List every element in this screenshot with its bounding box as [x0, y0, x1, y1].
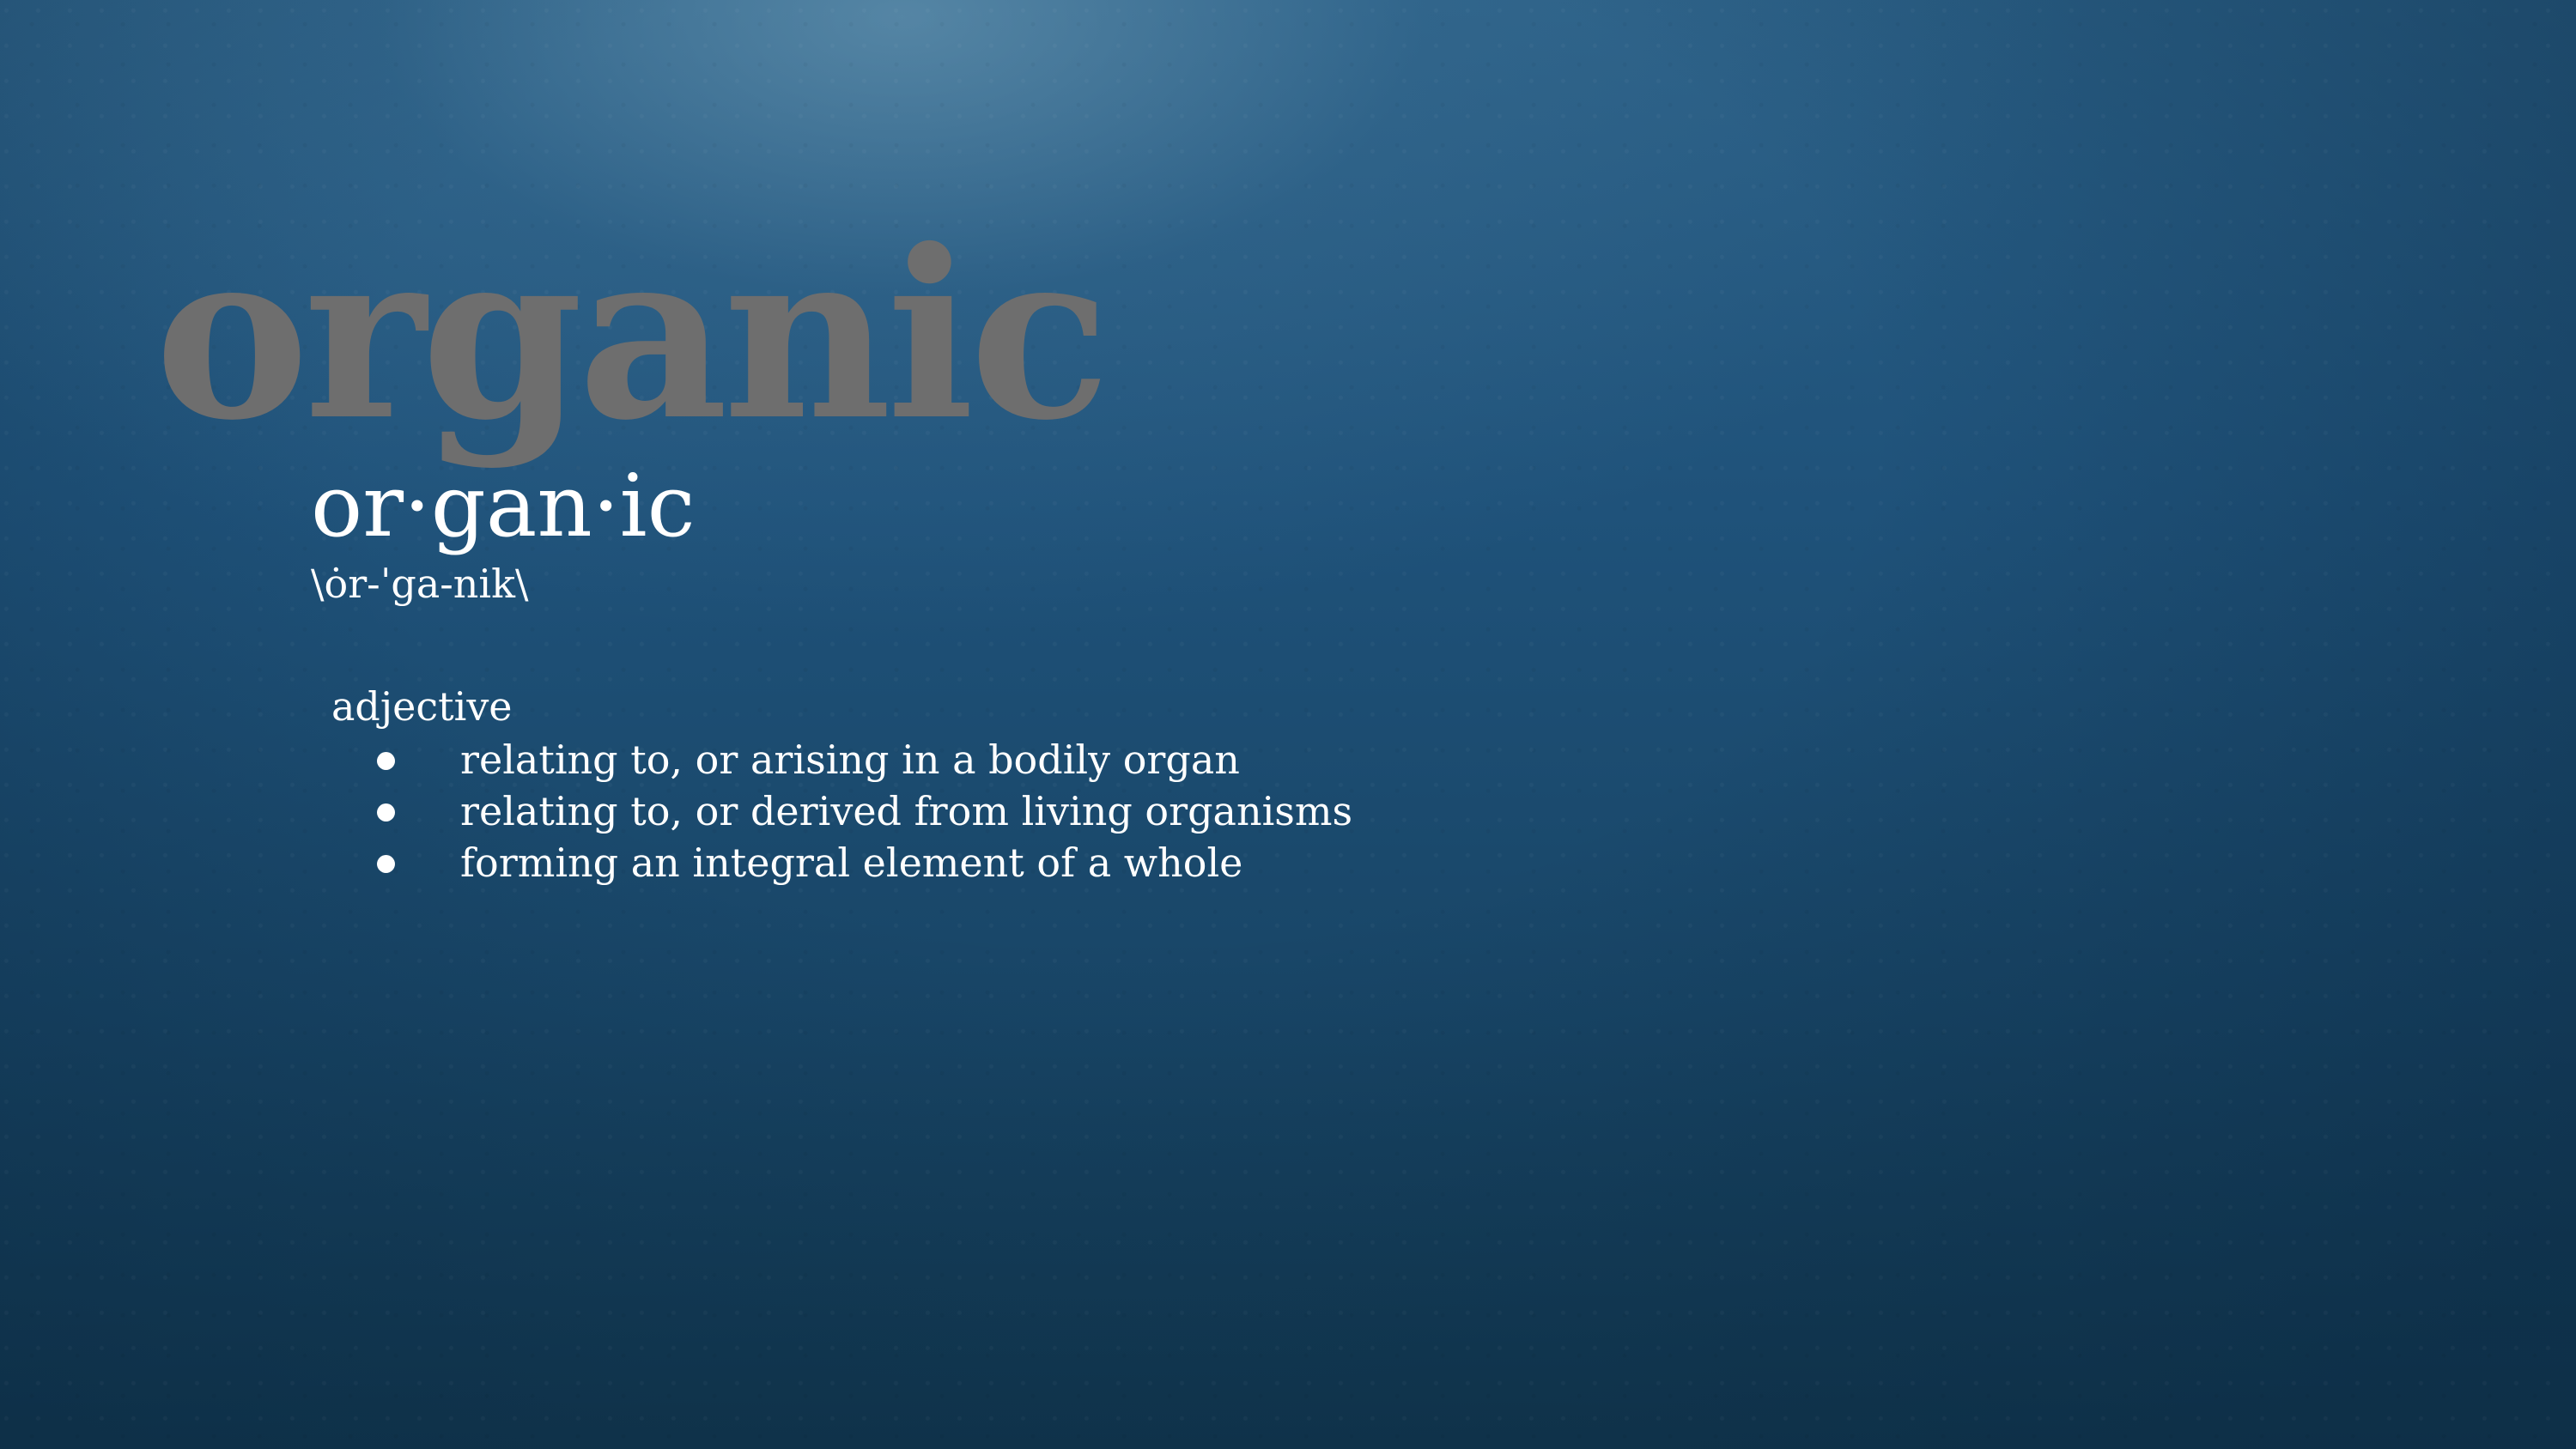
part-of-speech: adjective — [331, 683, 513, 730]
slide: organic or·gan·ic \ȯr-ˈga-nik\ adjective… — [0, 0, 2576, 1449]
headword-large: organic — [155, 198, 1110, 471]
bullet-icon — [377, 855, 395, 873]
definition-text: relating to, or arising in a bodily orga… — [460, 737, 1240, 783]
definition-text: forming an integral element of a whole — [460, 840, 1243, 886]
definition-text: relating to, or derived from living orga… — [460, 788, 1353, 834]
headword-syllables: or·gan·ic — [311, 456, 696, 556]
bullet-icon — [377, 752, 395, 770]
bullet-icon — [377, 803, 395, 822]
pronunciation: \ȯr-ˈga-nik\ — [311, 561, 529, 607]
